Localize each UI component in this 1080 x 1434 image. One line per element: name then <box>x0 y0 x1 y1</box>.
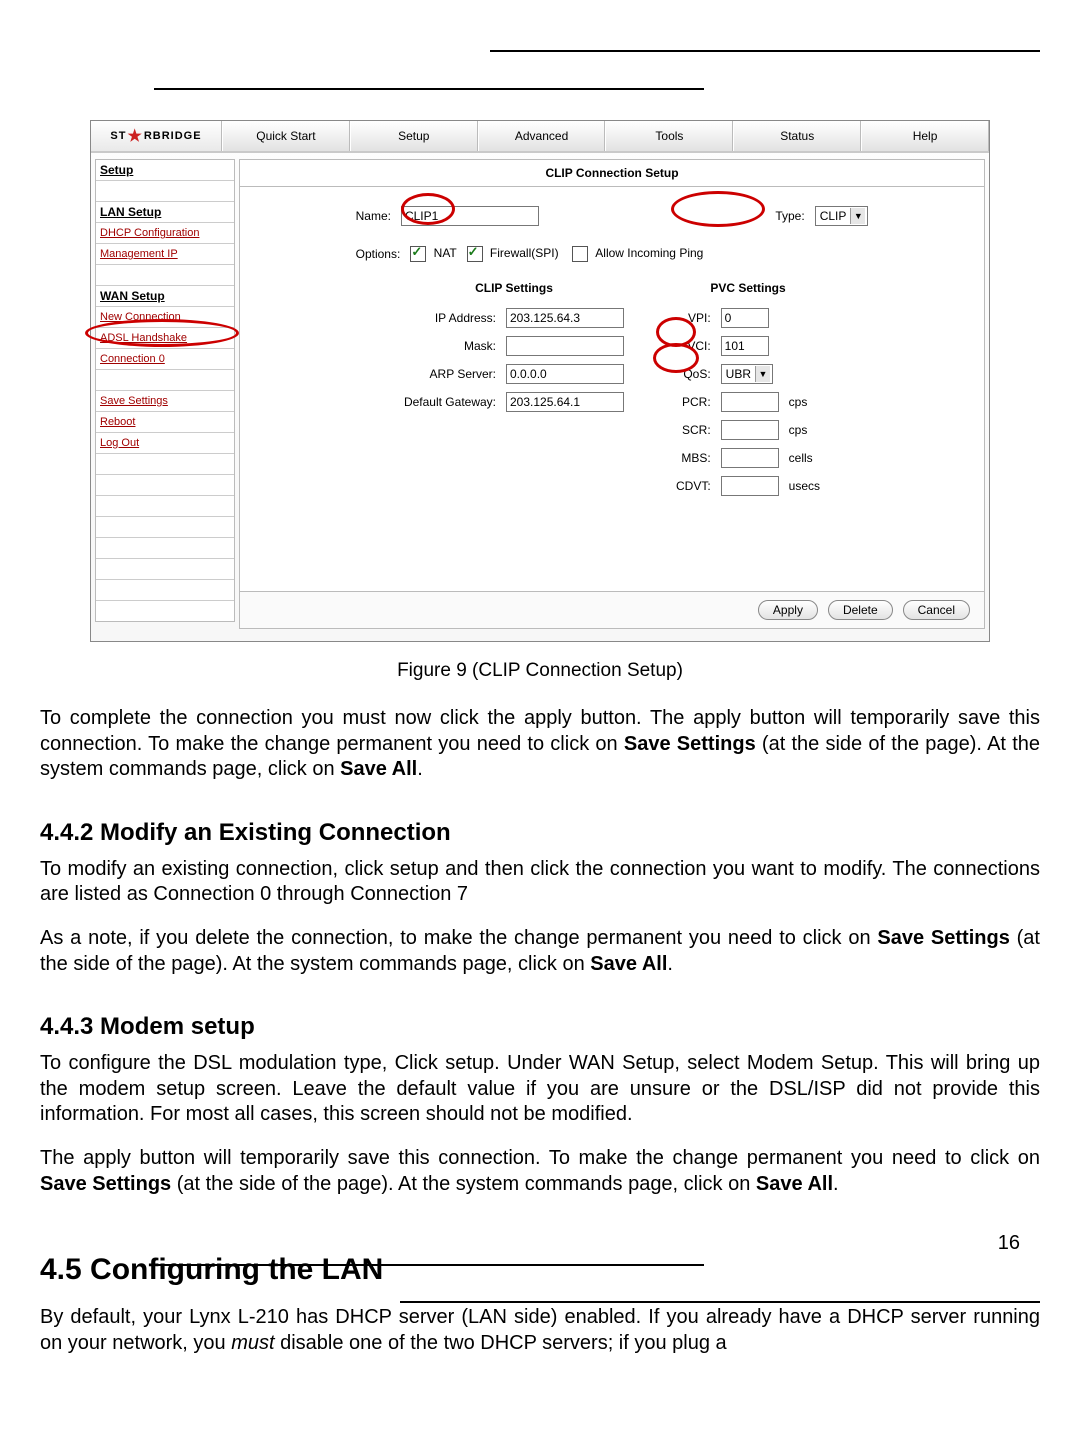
heading-4-5: 4.5 Configuring the LAN <box>40 1253 1040 1287</box>
tab-tools[interactable]: Tools <box>605 121 733 151</box>
sidebar-item-dhcp-config[interactable]: DHCP Configuration <box>96 222 234 243</box>
scr-unit: cps <box>785 417 824 443</box>
star-icon: ★ <box>127 126 142 146</box>
tab-status[interactable]: Status <box>733 121 861 151</box>
paragraph: By default, your Lynx L-210 has DHCP ser… <box>40 1305 1040 1356</box>
sidebar-spacer <box>96 369 234 390</box>
sidebar-item-adsl-handshake[interactable]: ADSL Handshake <box>96 327 234 348</box>
type-select[interactable]: CLIP ▼ <box>815 206 869 226</box>
nat-checkbox-label: NAT <box>434 246 457 260</box>
cancel-button[interactable]: Cancel <box>903 600 970 620</box>
vpi-label: VPI: <box>672 305 715 331</box>
type-label: Type: <box>771 203 808 229</box>
qos-label: QoS: <box>672 361 715 387</box>
tab-help[interactable]: Help <box>861 121 989 151</box>
apply-button[interactable]: Apply <box>758 600 818 620</box>
paragraph: To configure the DSL modulation type, Cl… <box>40 1051 1040 1128</box>
mask-label: Mask: <box>400 333 500 359</box>
firewall-checkbox-label: Firewall(SPI) <box>490 246 559 260</box>
pcr-label: PCR: <box>672 389 715 415</box>
figure-caption: Figure 9 (CLIP Connection Setup) <box>40 660 1040 682</box>
firewall-checkbox[interactable] <box>467 246 483 262</box>
gw-input[interactable] <box>506 392 624 412</box>
main-panel: CLIP Connection Setup Name: Options: <box>239 159 985 629</box>
pcr-input[interactable] <box>721 392 779 412</box>
mask-input[interactable] <box>506 336 624 356</box>
mbs-input[interactable] <box>721 448 779 468</box>
heading-4-4-3: 4.4.3 Modem setup <box>40 1013 1040 1041</box>
vpi-input[interactable] <box>721 308 769 328</box>
delete-button[interactable]: Delete <box>828 600 893 620</box>
arp-label: ARP Server: <box>400 361 500 387</box>
brand-text-right: RBRIDGE <box>144 130 202 142</box>
sidebar-spacer <box>96 264 234 285</box>
sidebar-item-connection-0[interactable]: Connection 0 <box>96 348 234 369</box>
chevron-down-icon: ▼ <box>755 366 770 382</box>
allow-ping-checkbox[interactable] <box>572 246 588 262</box>
arp-input[interactable] <box>506 364 624 384</box>
ip-input[interactable] <box>506 308 624 328</box>
paragraph: To complete the connection you must now … <box>40 706 1040 783</box>
vci-label: VCI: <box>672 333 715 359</box>
options-label: Options: <box>352 243 405 265</box>
cdvt-unit: usecs <box>785 473 824 499</box>
qos-select[interactable]: UBR ▼ <box>721 364 773 384</box>
name-input[interactable] <box>401 206 539 226</box>
tab-quick-start[interactable]: Quick Start <box>222 121 350 151</box>
name-label: Name: <box>352 203 395 229</box>
header-rule-left <box>154 88 704 90</box>
sidebar-spacer <box>96 180 234 201</box>
pvc-settings-title: PVC Settings <box>670 281 826 295</box>
cdvt-label: CDVT: <box>672 473 715 499</box>
sidebar-lan-header: LAN Setup <box>96 201 234 222</box>
sidebar-item-reboot[interactable]: Reboot <box>96 411 234 432</box>
sidebar-title: Setup <box>96 160 234 180</box>
page-number: 16 <box>998 1232 1020 1255</box>
ip-label: IP Address: <box>400 305 500 331</box>
sidebar-item-new-connection[interactable]: New Connection <box>96 306 234 327</box>
allow-ping-checkbox-label: Allow Incoming Ping <box>595 247 703 260</box>
paragraph: To modify an existing connection, click … <box>40 857 1040 908</box>
type-select-value: CLIP <box>820 209 847 223</box>
footer-rule-left <box>154 1264 704 1266</box>
clip-settings-title: CLIP Settings <box>398 281 630 295</box>
qos-select-value: UBR <box>726 367 751 381</box>
nat-checkbox[interactable] <box>410 246 426 262</box>
panel-title: CLIP Connection Setup <box>240 160 984 187</box>
sidebar-wan-header: WAN Setup <box>96 285 234 306</box>
paragraph: The apply button will temporarily save t… <box>40 1146 1040 1197</box>
tab-bar: ST ★ RBRIDGE Quick Start Setup Advanced … <box>91 121 989 153</box>
tab-advanced[interactable]: Advanced <box>478 121 606 151</box>
paragraph: As a note, if you delete the connection,… <box>40 926 1040 977</box>
brand-logo: ST ★ RBRIDGE <box>91 121 222 151</box>
router-screenshot: ST ★ RBRIDGE Quick Start Setup Advanced … <box>90 120 990 642</box>
vci-input[interactable] <box>721 336 769 356</box>
cdvt-input[interactable] <box>721 476 779 496</box>
mbs-label: MBS: <box>672 445 715 471</box>
footer-rule-right <box>400 1301 1040 1303</box>
sidebar-item-log-out[interactable]: Log Out <box>96 432 234 453</box>
gw-label: Default Gateway: <box>400 389 500 415</box>
tab-setup[interactable]: Setup <box>350 121 478 151</box>
header-rule-right <box>490 50 1040 52</box>
scr-label: SCR: <box>672 417 715 443</box>
panel-actions: Apply Delete Cancel <box>240 591 984 628</box>
sidebar-item-save-settings[interactable]: Save Settings <box>96 390 234 411</box>
sidebar: Setup LAN Setup DHCP Configuration Manag… <box>95 159 235 622</box>
brand-text-left: ST <box>110 130 126 142</box>
heading-4-4-2: 4.4.2 Modify an Existing Connection <box>40 819 1040 847</box>
pcr-unit: cps <box>785 389 824 415</box>
mbs-unit: cells <box>785 445 824 471</box>
scr-input[interactable] <box>721 420 779 440</box>
sidebar-item-management-ip[interactable]: Management IP <box>96 243 234 264</box>
chevron-down-icon: ▼ <box>850 208 865 224</box>
